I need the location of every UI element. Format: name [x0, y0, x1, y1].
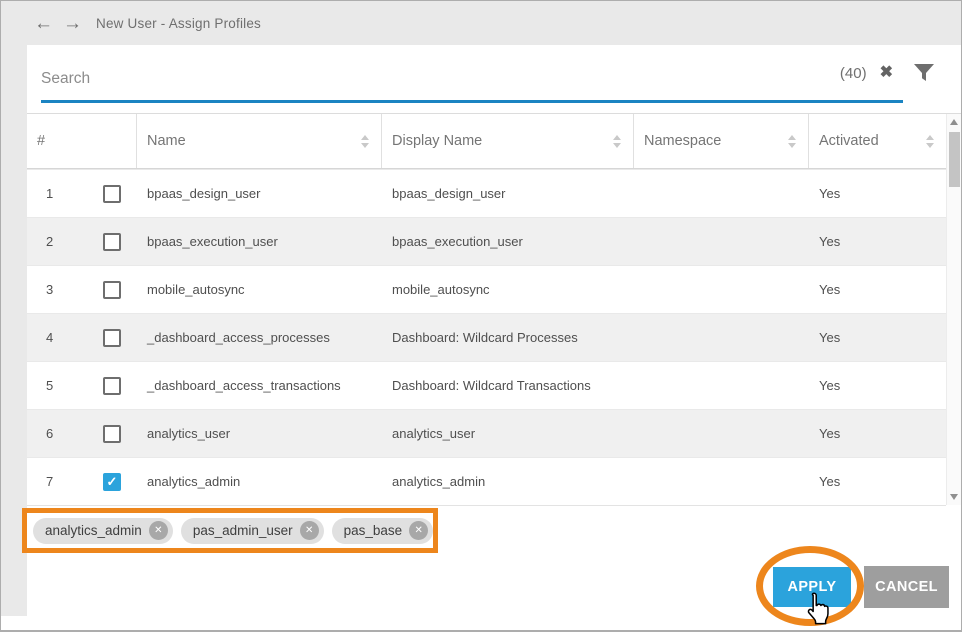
cell-name: _dashboard_access_transactions	[137, 362, 382, 409]
column-header-label: Display Name	[392, 133, 482, 149]
clear-search-icon[interactable]: ✖	[880, 65, 893, 81]
search-underline	[41, 100, 903, 103]
cell-display-name: Dashboard: Wildcard Processes	[382, 314, 634, 361]
table-scrollbar[interactable]	[946, 114, 961, 505]
row-checkbox[interactable]: ✓	[103, 473, 121, 491]
back-arrow-icon[interactable]: ←	[34, 14, 53, 33]
cancel-button[interactable]: CANCEL	[864, 566, 949, 608]
row-checkbox[interactable]: ✓	[103, 377, 121, 395]
row-checkbox[interactable]: ✓	[103, 185, 121, 203]
row-index: 6	[46, 426, 53, 441]
cell-namespace	[634, 362, 809, 409]
cell-namespace	[634, 410, 809, 457]
filter-icon[interactable]	[914, 64, 934, 82]
chip-label: pas_admin_user	[193, 523, 293, 538]
cell-name: bpaas_design_user	[137, 170, 382, 217]
row-index: 1	[46, 186, 53, 201]
selected-profiles: analytics_admin ✕ pas_admin_user ✕ pas_b…	[27, 513, 433, 548]
column-header[interactable]: Display Name	[382, 114, 634, 168]
table-body: 1 ✓ bpaas_design_user bpaas_design_user …	[27, 169, 946, 506]
column-header[interactable]: Name	[137, 114, 382, 168]
row-index: 3	[46, 282, 53, 297]
chip-label: pas_base	[344, 523, 403, 538]
checkmark-icon: ✓	[107, 475, 118, 488]
cell-display-name: analytics_admin	[382, 458, 634, 505]
cell-name: analytics_user	[137, 410, 382, 457]
chip-remove-icon[interactable]: ✕	[300, 521, 319, 540]
result-count: (40)	[840, 65, 867, 82]
row-checkbox[interactable]: ✓	[103, 233, 121, 251]
sort-icon[interactable]	[361, 135, 369, 148]
row-index: 4	[46, 330, 53, 345]
annotation-highlight-box: analytics_admin ✕ pas_admin_user ✕ pas_b…	[22, 508, 438, 553]
cell-activated: Yes	[809, 458, 946, 505]
forward-arrow-icon[interactable]: →	[63, 14, 82, 33]
cell-name: mobile_autosync	[137, 266, 382, 313]
column-header[interactable]: #	[27, 114, 137, 168]
scrollbar-thumb[interactable]	[949, 132, 960, 187]
column-header-label: Name	[147, 133, 186, 149]
sort-icon[interactable]	[788, 135, 796, 148]
column-header-label: #	[37, 133, 45, 149]
cell-activated: Yes	[809, 218, 946, 265]
row-index: 2	[46, 234, 53, 249]
table-row[interactable]: 7 ✓ analytics_admin analytics_admin Yes	[27, 457, 946, 505]
cell-display-name: analytics_user	[382, 410, 634, 457]
cell-activated: Yes	[809, 410, 946, 457]
selected-profile-chip: pas_admin_user ✕	[181, 518, 324, 544]
sort-icon[interactable]	[926, 135, 934, 148]
cell-namespace	[634, 314, 809, 361]
column-header[interactable]: Activated	[809, 114, 946, 168]
table-row[interactable]: 4 ✓ _dashboard_access_processes Dashboar…	[27, 313, 946, 361]
selected-profile-chip: analytics_admin ✕	[33, 518, 173, 544]
cell-activated: Yes	[809, 170, 946, 217]
table-row[interactable]: 3 ✓ mobile_autosync mobile_autosync Yes	[27, 265, 946, 313]
cell-name: bpaas_execution_user	[137, 218, 382, 265]
table-row[interactable]: 6 ✓ analytics_user analytics_user Yes	[27, 409, 946, 457]
table-row[interactable]: 2 ✓ bpaas_execution_user bpaas_execution…	[27, 217, 946, 265]
row-checkbox[interactable]: ✓	[103, 281, 121, 299]
cell-namespace	[634, 170, 809, 217]
selected-profile-chip: pas_base ✕	[332, 518, 434, 544]
table-row[interactable]: 1 ✓ bpaas_design_user bpaas_design_user …	[27, 169, 946, 217]
cell-activated: Yes	[809, 362, 946, 409]
cell-display-name: mobile_autosync	[382, 266, 634, 313]
row-checkbox[interactable]: ✓	[103, 425, 121, 443]
table-header: # Name Display Name Namespace	[27, 113, 962, 169]
column-header[interactable]: Namespace	[634, 114, 809, 168]
app-window: ← → New User - Assign Profiles (40) ✖	[0, 0, 962, 632]
page-title: New User - Assign Profiles	[96, 16, 261, 31]
cell-namespace	[634, 218, 809, 265]
scrollbar-up-icon[interactable]	[950, 119, 958, 125]
row-checkbox[interactable]: ✓	[103, 329, 121, 347]
row-index: 5	[46, 378, 53, 393]
cell-display-name: bpaas_design_user	[382, 170, 634, 217]
search-bar: (40) ✖	[27, 45, 961, 113]
title-bar: ← → New User - Assign Profiles	[1, 1, 961, 45]
cell-name: _dashboard_access_processes	[137, 314, 382, 361]
apply-button[interactable]: APPLY	[773, 567, 851, 607]
chip-label: analytics_admin	[45, 523, 142, 538]
cell-namespace	[634, 458, 809, 505]
sort-icon[interactable]	[613, 135, 621, 148]
cell-activated: Yes	[809, 314, 946, 361]
cell-display-name: bpaas_execution_user	[382, 218, 634, 265]
column-header-label: Namespace	[644, 133, 721, 149]
scrollbar-down-icon[interactable]	[950, 494, 958, 500]
cell-display-name: Dashboard: Wildcard Transactions	[382, 362, 634, 409]
table-row[interactable]: 5 ✓ _dashboard_access_transactions Dashb…	[27, 361, 946, 409]
chip-remove-icon[interactable]: ✕	[409, 521, 428, 540]
cell-activated: Yes	[809, 266, 946, 313]
cell-name: analytics_admin	[137, 458, 382, 505]
row-index: 7	[46, 474, 53, 489]
search-input[interactable]	[41, 63, 681, 95]
cell-namespace	[634, 266, 809, 313]
chip-remove-icon[interactable]: ✕	[149, 521, 168, 540]
column-header-label: Activated	[819, 133, 879, 149]
